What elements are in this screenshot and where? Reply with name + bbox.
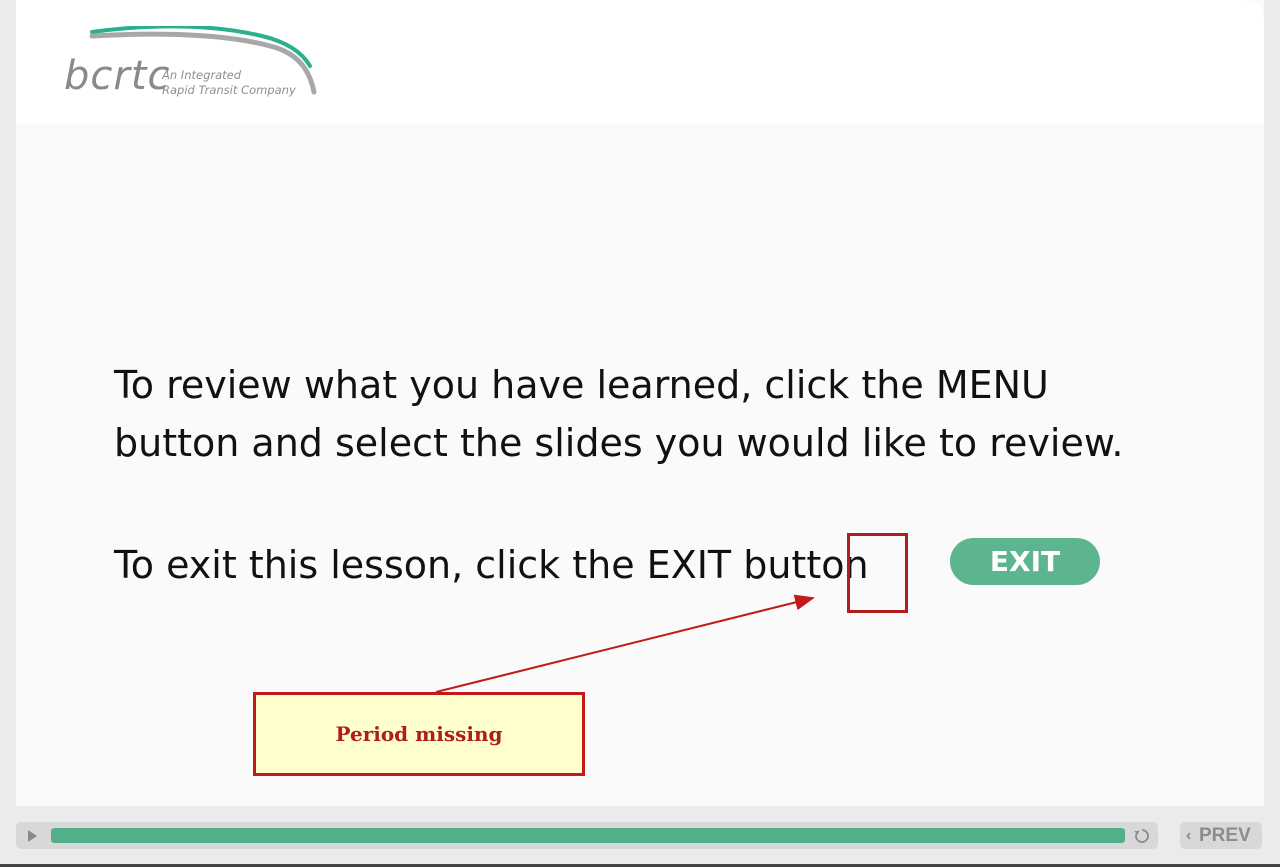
review-instructions: To review what you have learned, click t… xyxy=(114,356,1124,472)
annotation-highlight-box xyxy=(847,533,908,613)
slide: bcrtc An Integrated Rapid Transit Compan… xyxy=(16,0,1264,806)
replay-icon[interactable] xyxy=(1132,826,1152,846)
logo-tagline: An Integrated Rapid Transit Company xyxy=(162,68,296,98)
progress-fill xyxy=(51,828,1125,843)
prev-button[interactable]: ‹ PREV xyxy=(1180,822,1262,849)
playback-bar xyxy=(16,822,1158,849)
prev-button-label: PREV xyxy=(1199,825,1251,846)
review-instructions-line2: button and select the slides you would l… xyxy=(114,421,1124,465)
player-stage: bcrtc An Integrated Rapid Transit Compan… xyxy=(0,0,1280,867)
logo-tagline-line2: Rapid Transit Company xyxy=(162,83,296,97)
play-icon[interactable] xyxy=(24,828,40,844)
exit-instructions: To exit this lesson, click the EXIT butt… xyxy=(114,543,869,587)
chevron-left-icon: ‹ xyxy=(1186,827,1192,844)
bcrtc-logo: bcrtc An Integrated Rapid Transit Compan… xyxy=(62,24,322,100)
review-instructions-line1: To review what you have learned, click t… xyxy=(114,363,1049,407)
progress-track[interactable] xyxy=(51,828,1125,843)
slide-header: bcrtc An Integrated Rapid Transit Compan… xyxy=(16,0,1264,124)
annotation-callout: Period missing xyxy=(253,692,585,776)
logo-tagline-line1: An Integrated xyxy=(162,68,242,82)
exit-button[interactable]: EXIT xyxy=(950,538,1100,585)
logo-wordmark: bcrtc xyxy=(64,53,171,99)
